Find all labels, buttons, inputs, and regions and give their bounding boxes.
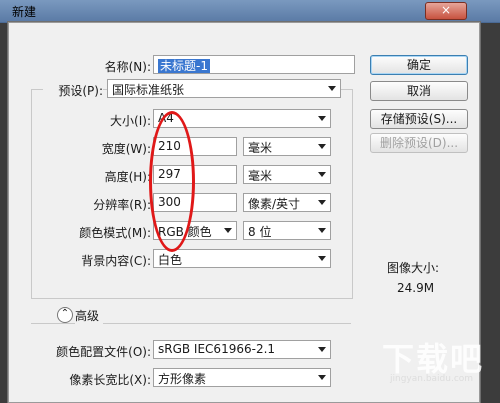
height-unit-value: 毫米 bbox=[248, 169, 273, 183]
window-title: 新建 bbox=[12, 5, 37, 19]
chevron-down-icon bbox=[318, 116, 326, 121]
chevron-down-icon bbox=[318, 347, 326, 352]
resolution-unit-value: 像素/英寸 bbox=[248, 197, 301, 211]
bit-depth-dropdown[interactable]: 8 位 bbox=[243, 221, 331, 240]
pixel-aspect-label: 像素长宽比(X): bbox=[69, 373, 151, 387]
name-label: 名称(N): bbox=[104, 60, 151, 74]
width-unit-value: 毫米 bbox=[248, 141, 273, 155]
watermark-text: 下载吧 bbox=[382, 340, 485, 378]
chevron-down-icon bbox=[318, 228, 326, 233]
advanced-label: 高级 bbox=[75, 307, 104, 324]
color-profile-value: sRGB IEC61966-2.1 bbox=[158, 342, 276, 356]
chevron-down-icon bbox=[318, 375, 326, 380]
resolution-unit-dropdown[interactable]: 像素/英寸 bbox=[243, 193, 331, 212]
image-size-value: 24.9M bbox=[397, 281, 435, 295]
annotation-oval bbox=[149, 111, 195, 252]
save-preset-button[interactable]: 存储预设(S)... bbox=[370, 109, 468, 129]
chevron-down-icon bbox=[318, 172, 326, 177]
cancel-button[interactable]: 取消 bbox=[370, 81, 468, 101]
background-dropdown[interactable]: 白色 bbox=[153, 249, 331, 268]
preset-label: 预设(P): bbox=[43, 82, 103, 99]
preset-value: 国际标准纸张 bbox=[112, 83, 185, 97]
chevron-down-icon bbox=[224, 228, 232, 233]
width-label: 宽度(W): bbox=[101, 142, 151, 156]
size-label: 大小(I): bbox=[110, 114, 151, 128]
image-size-label: 图像大小: bbox=[387, 261, 440, 275]
pixel-aspect-value: 方形像素 bbox=[158, 372, 207, 386]
name-field[interactable]: 未标题-1 bbox=[153, 55, 355, 74]
height-unit-dropdown[interactable]: 毫米 bbox=[243, 165, 331, 184]
chevron-down-icon bbox=[318, 200, 326, 205]
close-button[interactable]: × bbox=[425, 2, 467, 20]
chevron-down-icon bbox=[318, 256, 326, 261]
height-label: 高度(H): bbox=[104, 170, 151, 184]
background-value: 白色 bbox=[158, 253, 183, 267]
color-mode-label: 颜色模式(M): bbox=[79, 226, 151, 240]
name-value: 未标题-1 bbox=[158, 59, 210, 73]
delete-preset-button[interactable]: 删除预设(D)... bbox=[370, 133, 468, 153]
background-label: 背景内容(C): bbox=[81, 254, 151, 268]
chevron-down-icon bbox=[318, 144, 326, 149]
preset-dropdown[interactable]: 国际标准纸张 bbox=[107, 79, 341, 98]
watermark-logo: 下载吧 jingyan.baidu.com bbox=[382, 334, 492, 394]
bit-depth-value: 8 位 bbox=[248, 225, 272, 239]
width-unit-dropdown[interactable]: 毫米 bbox=[243, 137, 331, 156]
watermark-url: jingyan.baidu.com bbox=[390, 374, 474, 384]
color-profile-dropdown[interactable]: sRGB IEC61966-2.1 bbox=[153, 340, 331, 359]
resolution-label: 分辨率(R): bbox=[93, 198, 151, 212]
chevron-down-icon bbox=[328, 86, 336, 91]
color-profile-label: 颜色配置文件(O): bbox=[56, 345, 151, 359]
chevron-up-icon[interactable]: ⌃ bbox=[57, 307, 73, 323]
ok-button[interactable]: 确定 bbox=[370, 55, 468, 75]
title-bar: 新建 × bbox=[0, 0, 500, 23]
pixel-aspect-dropdown[interactable]: 方形像素 bbox=[153, 368, 331, 387]
